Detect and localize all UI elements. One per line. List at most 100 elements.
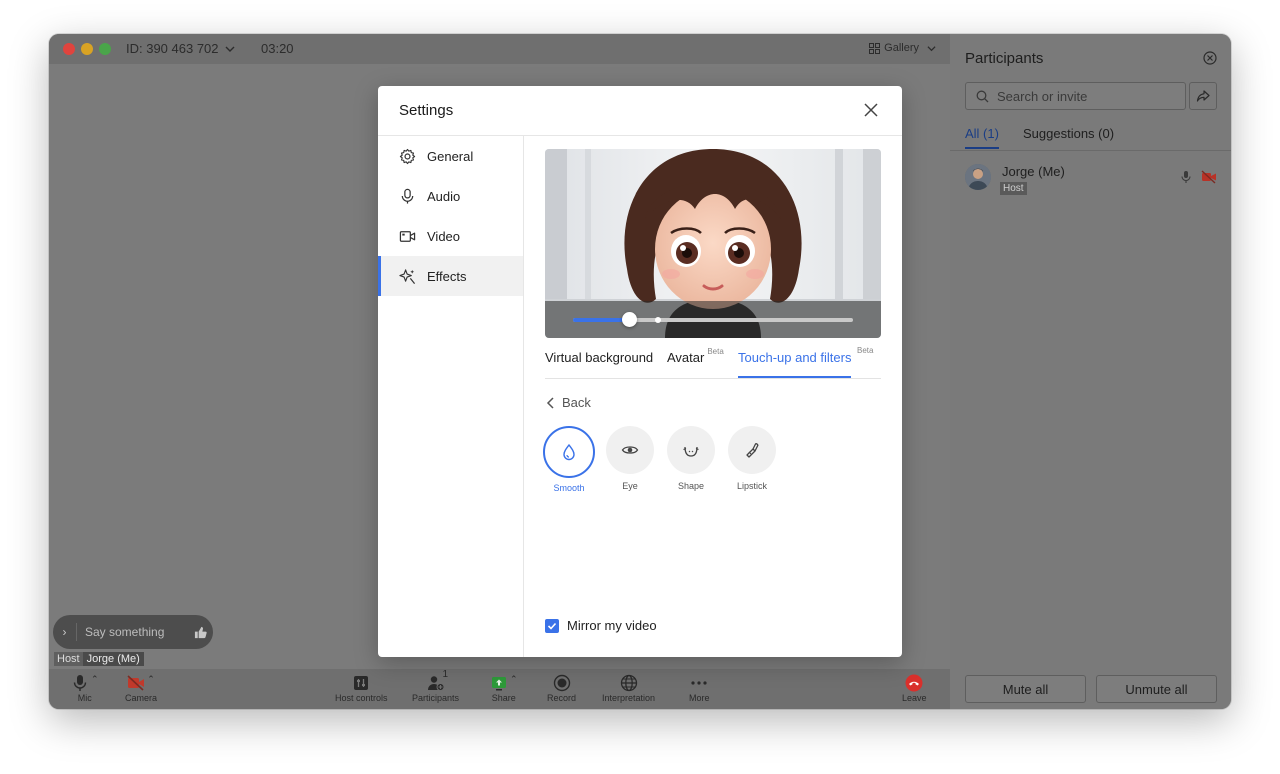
chevron-up-icon[interactable]: ⌃ xyxy=(510,674,518,685)
sidebar-item-label: Audio xyxy=(427,188,461,204)
slider-fill xyxy=(573,318,629,322)
chat-placeholder[interactable]: Say something xyxy=(77,625,187,639)
record-icon xyxy=(553,674,570,692)
leave-label: Leave xyxy=(902,693,927,703)
video-camera-icon xyxy=(399,230,416,242)
effect-eye[interactable]: Eye xyxy=(604,426,656,491)
chevron-down-icon xyxy=(927,45,936,51)
participants-panel: Participants Search or invite All (1) Su… xyxy=(950,34,1231,709)
ellipsis-icon xyxy=(691,681,707,685)
settings-sidebar: General Audio Video Effects xyxy=(378,136,524,657)
record-label: Record xyxy=(547,693,577,703)
avatar xyxy=(965,164,991,190)
sidebar-item-video[interactable]: Video xyxy=(378,216,523,256)
effects-tabs: Virtual background Avatar Beta Touch-up a… xyxy=(545,346,881,379)
meeting-id-dropdown[interactable]: ID: 390 463 702 xyxy=(126,41,235,56)
microphone-icon xyxy=(73,675,87,691)
mute-all-button[interactable]: Mute all xyxy=(965,675,1086,703)
effect-lipstick[interactable]: Lipstick xyxy=(726,426,778,491)
tab-virtual-background[interactable]: Virtual background xyxy=(545,350,653,378)
participant-row[interactable]: Jorge (Me) Host xyxy=(965,164,1217,198)
tab-avatar[interactable]: Avatar Beta xyxy=(667,347,724,378)
thumbs-up-icon[interactable] xyxy=(187,626,213,639)
tab-suggestions[interactable]: Suggestions (0) xyxy=(1023,126,1114,141)
close-window-button[interactable] xyxy=(63,43,75,55)
effect-smooth[interactable]: Smooth xyxy=(543,426,595,493)
participants-tabs-divider xyxy=(950,150,1231,151)
effect-label: Eye xyxy=(622,481,638,491)
sidebar-item-general[interactable]: General xyxy=(378,136,523,176)
tab-label: Avatar xyxy=(667,350,705,365)
minimize-window-button[interactable] xyxy=(81,43,93,55)
settings-dialog: Settings General Audio Video Effects Vir… xyxy=(378,86,902,657)
close-icon[interactable] xyxy=(864,103,878,117)
mirror-video-label: Mirror my video xyxy=(567,618,657,633)
tab-touch-up-and-filters[interactable]: Touch-up and filters Beta xyxy=(738,346,873,378)
effect-shape[interactable]: Shape xyxy=(665,426,717,491)
globe-icon xyxy=(620,674,637,692)
view-mode-dropdown[interactable]: Gallery xyxy=(869,42,936,54)
effect-shape-circle[interactable] xyxy=(667,426,715,474)
video-preview xyxy=(545,149,881,338)
eye-icon xyxy=(621,446,639,454)
zoom-window-button[interactable] xyxy=(99,43,111,55)
unmute-all-button[interactable]: Unmute all xyxy=(1096,675,1217,703)
interpretation-button[interactable]: Interpretation xyxy=(602,673,655,703)
effect-lipstick-circle[interactable] xyxy=(728,426,776,474)
sidebar-item-label: General xyxy=(427,148,474,164)
microphone-icon[interactable] xyxy=(1179,170,1193,184)
microphone-icon xyxy=(401,188,414,204)
participant-name: Jorge (Me) xyxy=(1002,164,1065,179)
beta-badge: Beta xyxy=(856,346,874,355)
sidebar-item-audio[interactable]: Audio xyxy=(378,176,523,216)
droplet-icon xyxy=(563,443,575,461)
chevron-up-icon[interactable]: ⌃ xyxy=(91,674,99,685)
gear-icon xyxy=(399,148,416,164)
host-controls-icon xyxy=(354,676,369,690)
more-button[interactable]: More xyxy=(689,673,710,703)
slider-default-marker xyxy=(655,317,661,323)
participants-panel-title: Participants xyxy=(965,50,1044,67)
chevron-up-icon[interactable]: ⌃ xyxy=(147,674,155,685)
close-circle-icon[interactable] xyxy=(1203,51,1217,65)
record-button[interactable]: Record xyxy=(547,673,576,703)
grid-icon xyxy=(869,42,881,54)
effect-label: Shape xyxy=(677,481,705,491)
chevron-left-icon xyxy=(546,396,554,409)
settings-title: Settings xyxy=(399,102,454,119)
tab-all-participants[interactable]: All (1) xyxy=(965,126,999,149)
participants-count: 1 xyxy=(442,669,449,680)
effect-smooth-circle[interactable] xyxy=(543,426,595,478)
participants-label: Participants xyxy=(412,693,460,703)
title-bar: ID: 390 463 702 03:20 Gallery xyxy=(49,34,950,64)
search-placeholder: Search or invite xyxy=(997,88,1088,104)
participant-search-field[interactable]: Search or invite xyxy=(965,82,1186,110)
sidebar-item-effects[interactable]: Effects xyxy=(378,256,523,296)
lipstick-icon xyxy=(746,443,759,458)
back-button[interactable]: Back xyxy=(546,395,591,410)
reaction-chat-bar[interactable]: › Say something xyxy=(53,615,213,649)
slider-handle[interactable] xyxy=(622,312,637,327)
participants-tabs: All (1) Suggestions (0) xyxy=(965,126,1231,150)
host-controls-button[interactable]: Host controls xyxy=(335,673,388,703)
participants-button[interactable]: 1 Participants xyxy=(412,669,460,703)
host-badge: Host xyxy=(54,652,83,666)
meeting-toolbar: ⌃ Mic ⌃ Camera Host controls 1 Participa… xyxy=(49,669,950,709)
effect-eye-circle[interactable] xyxy=(606,426,654,474)
leave-button[interactable]: Leave xyxy=(902,673,927,703)
mic-button[interactable]: ⌃ Mic xyxy=(71,673,99,703)
chevron-right-icon[interactable]: › xyxy=(53,623,77,641)
checkbox-checked[interactable] xyxy=(545,618,559,633)
share-button[interactable]: ⌃ Share xyxy=(490,673,518,704)
video-name-tag: Host Jorge (Me) xyxy=(54,652,144,666)
effect-label: Smooth xyxy=(553,483,585,493)
invite-share-button[interactable] xyxy=(1189,82,1217,110)
search-icon xyxy=(976,90,989,102)
hang-up-icon xyxy=(905,674,923,692)
host-controls-label: Host controls xyxy=(335,693,388,703)
camera-button[interactable]: ⌃ Camera xyxy=(125,673,157,704)
camera-off-icon[interactable] xyxy=(1201,170,1217,184)
sparkle-icon xyxy=(399,268,416,284)
mirror-video-checkbox[interactable]: Mirror my video xyxy=(545,618,657,633)
smoothness-slider[interactable] xyxy=(573,312,853,327)
